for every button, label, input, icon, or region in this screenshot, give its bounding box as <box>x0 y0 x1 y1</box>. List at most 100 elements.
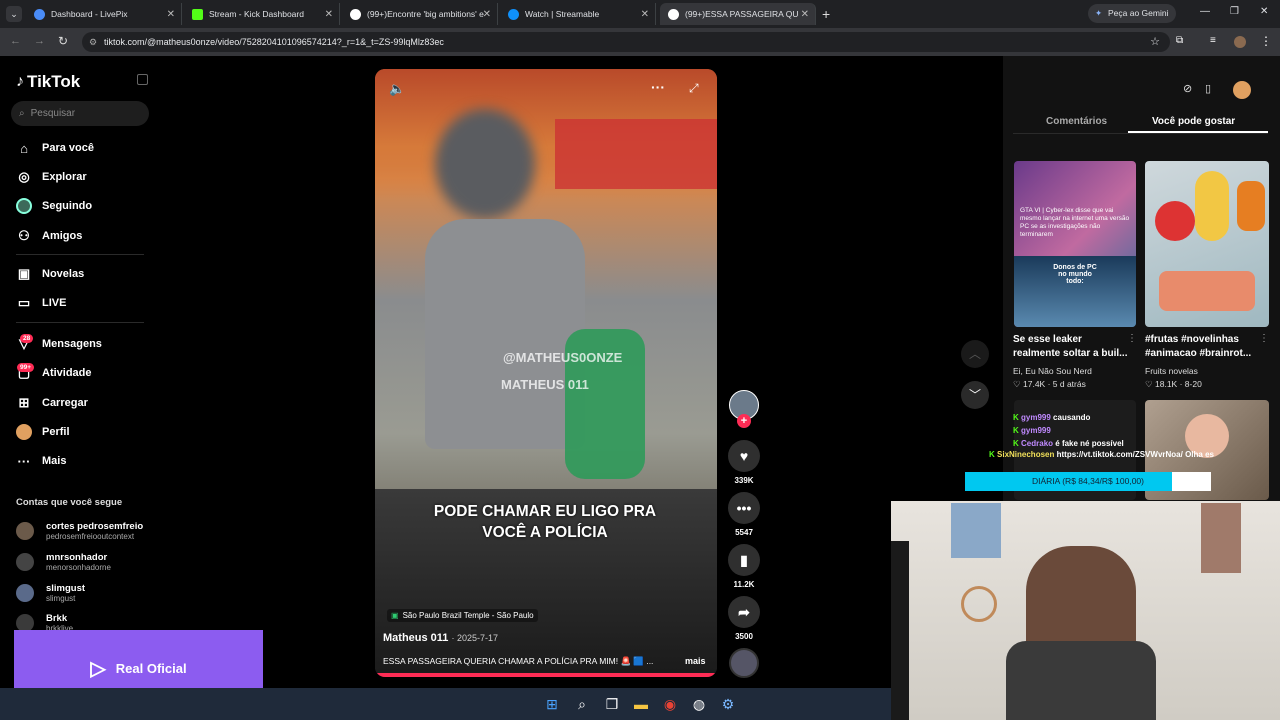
close-window-icon[interactable]: ✕ <box>1260 6 1268 17</box>
music-disc-icon[interactable] <box>729 648 759 678</box>
device-icon[interactable]: ▯ <box>1205 82 1211 95</box>
url-field[interactable]: ⚙ tiktok.com/@matheus0onze/video/7528204… <box>82 32 1170 52</box>
creator-tools-icon[interactable]: ⊘ <box>1183 82 1192 95</box>
comment-icon[interactable]: ••• <box>728 492 760 524</box>
close-tab-icon[interactable]: ✕ <box>325 9 333 20</box>
reading-list-icon[interactable]: ≡ <box>1210 35 1216 46</box>
share-icon[interactable]: ➦ <box>728 596 760 628</box>
steam-icon[interactable]: ⚙ <box>720 696 736 712</box>
followed-account[interactable]: slimgust slimgust <box>16 583 85 603</box>
recommended-video-title[interactable]: #frutas #novelinhas #animacao #brainrot.… <box>1145 333 1260 361</box>
new-tab-icon[interactable]: + <box>822 6 830 22</box>
tiktok-logo[interactable]: ♪ TikTok <box>16 72 80 92</box>
volume-icon[interactable]: 🔈 <box>389 81 405 97</box>
bookmark-star-icon[interactable]: ☆ <box>1150 32 1160 52</box>
reload-icon[interactable]: ↻ <box>58 34 68 48</box>
windows-start-icon[interactable]: ⊞ <box>544 696 560 712</box>
video-player[interactable]: 🔈 ··· ⤢ @MATHEUS0ONZE MATHEUS 011 PODE C… <box>375 69 717 677</box>
followed-account[interactable]: mnrsonhador menorsonhadorne <box>16 552 111 572</box>
forward-icon[interactable]: → <box>34 35 45 47</box>
nav-live[interactable]: ▭ LIVE <box>16 295 67 311</box>
extensions-icon[interactable]: ⧉ <box>1176 35 1183 46</box>
webcam-wall-clock <box>961 586 997 622</box>
messages-badge: 28 <box>20 334 34 343</box>
heart-icon[interactable]: ♥ <box>728 440 760 472</box>
video-person <box>425 219 585 449</box>
chrome-icon[interactable]: ◉ <box>662 696 678 712</box>
collapse-sidebar-icon[interactable] <box>137 74 148 85</box>
browser-tab[interactable]: Dashboard - LivePix ✕ <box>26 3 182 25</box>
nav-para-voce[interactable]: ⌂ Para você <box>16 140 94 156</box>
video-author[interactable]: Matheus 011 · 2025-7-17 <box>383 632 498 644</box>
location-tag[interactable]: ▣ São Paulo Brazil Temple - São Paulo <box>387 609 538 622</box>
nav-mais[interactable]: ··· Mais <box>16 453 67 469</box>
divider <box>16 322 144 323</box>
next-video-icon[interactable]: ﹀ <box>961 381 989 409</box>
card-more-icon[interactable]: ⋮ <box>1127 333 1137 344</box>
activity-badge: 99+ <box>17 363 35 372</box>
share-action[interactable]: ➦ 3500 <box>728 596 760 641</box>
close-tab-icon[interactable]: ✕ <box>483 9 491 20</box>
obs-icon[interactable]: ◍ <box>691 696 707 712</box>
tab-comentarios[interactable]: Comentários <box>1046 116 1107 127</box>
task-view-icon[interactable]: ❐ <box>604 696 620 712</box>
thumbnail-babies <box>1159 271 1255 311</box>
recommended-video-author[interactable]: Ei, Eu Não Sou Nerd <box>1013 366 1092 376</box>
follow-plus-icon[interactable]: + <box>737 414 751 428</box>
heart-outline-icon: ♡ <box>1145 379 1153 389</box>
following-icon <box>16 198 32 214</box>
browser-menu-icon[interactable]: ⋮ <box>1260 34 1272 48</box>
nav-novelas[interactable]: ▣ Novelas <box>16 266 84 282</box>
tab-list-chevron-icon[interactable]: ⌄ <box>6 6 22 22</box>
webcam-poster <box>951 503 1001 558</box>
recommended-video-thumbnail[interactable] <box>1145 161 1269 327</box>
nav-seguindo[interactable]: Seguindo <box>16 198 92 214</box>
streamable-favicon-icon <box>508 8 519 20</box>
followed-account[interactable]: cortes pedrosemfreio pedrosemfreiooutcont… <box>16 521 143 541</box>
profile-avatar[interactable] <box>1234 36 1246 48</box>
webcam-feed <box>891 501 1280 720</box>
like-action[interactable]: ♥ 339K <box>728 440 760 485</box>
webcam-streamer-shirt <box>1006 641 1156 720</box>
close-tab-icon[interactable]: ✕ <box>641 9 649 20</box>
recommended-video-thumbnail[interactable]: GTA VI | Cyber-lex disse que vai mesmo l… <box>1014 161 1136 327</box>
tab-voce-pode-gostar[interactable]: Você pode gostar <box>1152 116 1235 127</box>
nav-amigos[interactable]: ⚇ Amigos <box>16 228 82 244</box>
browser-tab[interactable]: Stream - Kick Dashboard ✕ <box>184 3 340 25</box>
previous-video-icon[interactable]: ︿ <box>961 340 989 368</box>
site-info-icon[interactable]: ⚙ <box>89 32 97 52</box>
bookmark-icon[interactable]: ▮ <box>728 544 760 576</box>
nav-explorar[interactable]: ◎ Explorar <box>16 169 86 185</box>
browser-tab[interactable]: (99+)Encontre 'big ambitions' e ✕ <box>342 3 498 25</box>
tiktok-favicon-icon <box>668 8 679 20</box>
close-tab-icon[interactable]: ✕ <box>801 9 809 20</box>
back-icon[interactable]: ← <box>10 35 21 47</box>
search-icon[interactable]: ⌕ <box>574 696 590 712</box>
gemini-button[interactable]: ✦ Peça ao Gemini <box>1088 4 1176 23</box>
search-input[interactable]: ⌕ Pesquisar <box>11 101 149 126</box>
avatar <box>16 553 34 571</box>
friends-icon: ⚇ <box>18 228 30 243</box>
maximize-icon[interactable]: ❐ <box>1230 6 1239 17</box>
browser-tab[interactable]: Watch | Streamable ✕ <box>500 3 656 25</box>
minimize-icon[interactable]: — <box>1200 6 1210 17</box>
user-avatar[interactable] <box>1233 81 1251 99</box>
file-explorer-icon[interactable]: ▬ <box>633 696 649 712</box>
browser-tab-active[interactable]: (99+)ESSA PASSAGEIRA QU ✕ <box>660 3 816 25</box>
comment-action[interactable]: ••• 5547 <box>728 492 760 537</box>
card-more-icon[interactable]: ⋮ <box>1259 333 1269 344</box>
nav-carregar[interactable]: ⊞ Carregar <box>16 395 88 411</box>
video-watermark-handle: @MATHEUS0ONZE <box>503 350 623 365</box>
nav-perfil[interactable]: Perfil <box>16 424 70 440</box>
fullscreen-icon[interactable]: ⤢ <box>689 81 699 96</box>
thumbnail-fruit <box>1155 201 1195 241</box>
close-tab-icon[interactable]: ✕ <box>167 9 175 20</box>
video-progress-bar[interactable] <box>375 673 717 677</box>
recommended-video-title[interactable]: Se esse leaker realmente soltar a buil..… <box>1013 333 1128 361</box>
gemini-icon: ✦ <box>1095 8 1103 18</box>
recommended-video-author[interactable]: Fruits novelas <box>1145 366 1198 376</box>
save-action[interactable]: ▮ 11.2K <box>728 544 760 589</box>
tiktok-note-icon: ♪ <box>16 73 24 90</box>
description-more-link[interactable]: mais <box>685 656 706 666</box>
video-more-icon[interactable]: ··· <box>651 79 665 95</box>
